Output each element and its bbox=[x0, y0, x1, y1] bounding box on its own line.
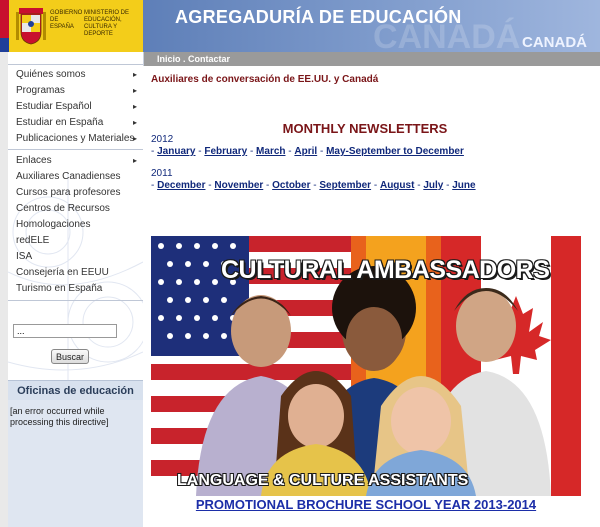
chevron-right-icon: ▸ bbox=[132, 118, 137, 127]
government-label: GOBIERNO DE ESPAÑA bbox=[50, 10, 83, 30]
newsletter-link[interactable]: May-September to December bbox=[326, 146, 464, 157]
chevron-right-icon: ▸ bbox=[132, 70, 137, 79]
year-label: 2011 bbox=[151, 168, 173, 179]
newsletter-list-2011: - December - November - October - Septem… bbox=[151, 180, 476, 191]
menu-item-cursos[interactable]: Cursos para profesores bbox=[8, 185, 143, 201]
menu-item-turismo[interactable]: Turismo en España bbox=[8, 281, 143, 297]
menu-item-redele[interactable]: redELE bbox=[8, 233, 143, 249]
newsletter-link[interactable]: March bbox=[256, 146, 285, 157]
newsletter-link[interactable]: December bbox=[157, 180, 205, 191]
menu-divider bbox=[8, 64, 143, 65]
left-gutter bbox=[0, 52, 8, 527]
menu-item-homologaciones[interactable]: Homologaciones bbox=[8, 217, 143, 233]
chevron-right-icon: ▸ bbox=[132, 134, 137, 143]
menu-item-isa[interactable]: ISA bbox=[8, 249, 143, 265]
newsletters-heading: MONTHLY NEWSLETTERS bbox=[282, 121, 448, 136]
menu-item-consejeria[interactable]: Consejería en EEUU bbox=[8, 265, 143, 281]
newsletter-link[interactable]: September bbox=[319, 180, 371, 191]
site-header: GOBIERNO DE ESPAÑA MINISTERIO DE EDUCACI… bbox=[0, 0, 600, 52]
menu-item-quienes-somos[interactable]: Quiénes somos ▸ bbox=[8, 67, 143, 83]
newsletter-link[interactable]: January bbox=[157, 146, 195, 157]
menu-label: Homologaciones bbox=[16, 219, 91, 230]
menu-label: Estudiar Español bbox=[16, 101, 92, 112]
menu-label: Estudiar en España bbox=[16, 117, 104, 128]
offices-heading: Oficinas de educación bbox=[8, 380, 143, 400]
ministry-label: MINISTERIO DE EDUCACIÓN, CULTURA Y DEPOR… bbox=[84, 10, 130, 37]
menu-item-estudiar-espanol[interactable]: Estudiar Español ▸ bbox=[8, 99, 143, 115]
chevron-right-icon: ▸ bbox=[132, 156, 137, 165]
menu-item-estudiar-en-espana[interactable]: Estudiar en España ▸ bbox=[8, 115, 143, 131]
menu-label: ISA bbox=[16, 251, 33, 262]
title-banner: CANADÁ AGREGADURÍA DE EDUCACIÓN CANADÁ bbox=[143, 0, 600, 52]
chevron-right-icon: ▸ bbox=[132, 86, 137, 95]
site-country: CANADÁ bbox=[522, 34, 587, 51]
secondary-menu: Enlaces ▸ Auxiliares Canadienses Cursos p… bbox=[8, 153, 143, 297]
banner-subtitle: LANGUAGE & CULTURE ASSISTANTS bbox=[177, 472, 469, 489]
banner-title: CULTURAL AMBASSADORS bbox=[221, 256, 550, 284]
site-title: AGREGADURÍA DE EDUCACIÓN bbox=[175, 7, 462, 27]
coat-of-arms-icon bbox=[16, 8, 46, 45]
newsletter-link[interactable]: June bbox=[452, 180, 475, 191]
cultural-ambassadors-banner[interactable]: CULTURAL AMBASSADORS LANGUAGE & CULTURE … bbox=[151, 236, 581, 496]
top-nav-links[interactable]: Inicio . Contactar bbox=[157, 54, 230, 64]
menu-label: redELE bbox=[16, 235, 50, 246]
chevron-right-icon: ▸ bbox=[132, 102, 137, 111]
menu-label: Centros de Recursos bbox=[16, 203, 110, 214]
menu-label: Turismo en España bbox=[16, 283, 103, 294]
newsletter-list-2012: - January - February - March - April - M… bbox=[151, 146, 464, 157]
newsletter-link[interactable]: October bbox=[272, 180, 310, 191]
menu-label: Publicaciones y Materiales bbox=[16, 133, 135, 144]
menu-item-programas[interactable]: Programas ▸ bbox=[8, 83, 143, 99]
menu-label: Auxiliares Canadienses bbox=[16, 171, 121, 182]
menu-item-enlaces[interactable]: Enlaces ▸ bbox=[8, 153, 143, 169]
newsletter-link[interactable]: April bbox=[294, 146, 317, 157]
government-logo[interactable]: GOBIERNO DE ESPAÑA MINISTERIO DE EDUCACI… bbox=[0, 0, 143, 52]
menu-label: Quiénes somos bbox=[16, 69, 86, 80]
menu-label: Programas bbox=[16, 85, 65, 96]
menu-item-centros[interactable]: Centros de Recursos bbox=[8, 201, 143, 217]
flag-strip bbox=[0, 0, 9, 52]
newsletter-link[interactable]: August bbox=[380, 180, 414, 191]
year-label: 2012 bbox=[151, 134, 174, 145]
auxiliares-link[interactable]: Auxiliares de conversación de EE.UU. y C… bbox=[151, 74, 378, 85]
menu-item-publicaciones[interactable]: Publicaciones y Materiales ▸ bbox=[8, 131, 143, 147]
menu-label: Enlaces bbox=[16, 155, 52, 166]
menu-label: Cursos para profesores bbox=[16, 187, 121, 198]
menu-item-auxiliares[interactable]: Auxiliares Canadienses bbox=[8, 169, 143, 185]
top-nav: Inicio . Contactar bbox=[143, 52, 600, 66]
search-button[interactable]: Buscar bbox=[51, 349, 89, 364]
menu-divider bbox=[8, 149, 143, 150]
menu-label: Consejería en EEUU bbox=[16, 267, 109, 278]
newsletter-link[interactable]: July bbox=[423, 180, 443, 191]
main-menu: Quiénes somos ▸ Programas ▸ Estudiar Españ… bbox=[8, 67, 143, 147]
promotional-brochure-link[interactable]: PROMOTIONAL BROCHURE SCHOOL YEAR 2013-20… bbox=[151, 497, 581, 512]
menu-divider bbox=[8, 300, 143, 301]
newsletter-link[interactable]: February bbox=[204, 146, 247, 157]
students-photo bbox=[196, 266, 551, 496]
offices-body: [an error occurred while processing this… bbox=[8, 400, 143, 527]
search-input[interactable] bbox=[13, 324, 117, 338]
newsletter-link[interactable]: November bbox=[214, 180, 263, 191]
